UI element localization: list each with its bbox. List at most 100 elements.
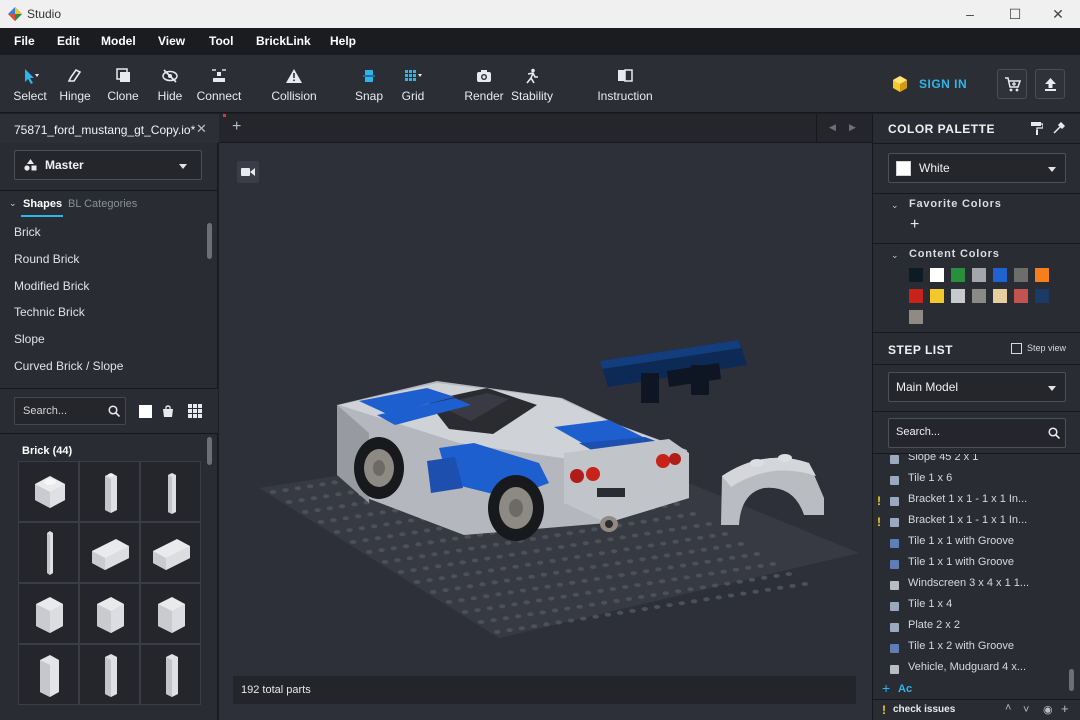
menu-tool[interactable]: Tool: [209, 34, 233, 48]
brick-thumb-1x1x6[interactable]: [140, 644, 201, 705]
maximize-button[interactable]: ☐: [995, 2, 1035, 26]
hinge-tool-button[interactable]: Hinge: [54, 55, 96, 113]
step-list-item[interactable]: Tile 1 x 2 with Groove: [908, 640, 1014, 652]
minimize-button[interactable]: –: [950, 2, 990, 26]
view-large-icon[interactable]: [139, 405, 152, 418]
step-list-item[interactable]: Tile 1 x 1 with Groove: [908, 535, 1014, 547]
select-tool-button[interactable]: Select: [8, 55, 52, 113]
add-favorite-color-icon[interactable]: +: [910, 216, 919, 234]
hide-tool-button[interactable]: Hide: [149, 55, 191, 113]
color-swatch[interactable]: [972, 289, 986, 303]
view-bag-icon[interactable]: [161, 404, 175, 418]
brick-thumb-1x2x2-alt[interactable]: [79, 583, 140, 644]
stability-tool-button[interactable]: Stability: [509, 55, 555, 113]
color-swatch[interactable]: [951, 268, 965, 282]
color-swatch[interactable]: [909, 289, 923, 303]
menu-help[interactable]: Help: [330, 34, 356, 48]
upload-button[interactable]: [1035, 69, 1065, 99]
color-select-dropdown[interactable]: White: [888, 153, 1066, 183]
step-search-input[interactable]: Search...: [888, 418, 1066, 448]
step-list-item[interactable]: Bracket 1 x 1 - 1 x 1 In...: [908, 514, 1027, 526]
color-swatch[interactable]: [930, 268, 944, 282]
check-issues-label[interactable]: check issues: [893, 704, 955, 715]
chevron-down-icon[interactable]: ˅: [1023, 704, 1029, 716]
tab-bl-categories[interactable]: BL Categories: [68, 198, 137, 210]
step-list-item[interactable]: Plate 2 x 2: [908, 619, 960, 631]
brick-thumb-1x1x5-b[interactable]: [79, 644, 140, 705]
document-tab[interactable]: 75871_ford_mustang_gt_Copy.io* ✕: [0, 114, 219, 143]
brick-thumb-1x2x2-b[interactable]: [140, 583, 201, 644]
brick-thumb-1x2x3[interactable]: [18, 644, 79, 705]
add-step-label[interactable]: Ac: [898, 683, 912, 695]
expand-chevron-icon[interactable]: ⌄: [891, 250, 899, 261]
brick-thumb-1x1x5[interactable]: [18, 522, 79, 583]
part-search-input[interactable]: Search...: [14, 397, 126, 425]
close-tab-icon[interactable]: ✕: [196, 121, 207, 137]
close-window-button[interactable]: ✕: [1038, 2, 1078, 26]
connect-tool-button[interactable]: Connect: [193, 55, 245, 113]
menu-bricklink[interactable]: BrickLink: [256, 34, 311, 48]
step-list-scrollbar[interactable]: [1069, 669, 1074, 691]
brick-grid-scrollbar[interactable]: [207, 437, 212, 465]
3d-viewport[interactable]: 192 total parts: [219, 143, 872, 720]
brick-thumb-1x2[interactable]: [79, 522, 140, 583]
view-grid-icon[interactable]: [188, 404, 202, 418]
add-icon[interactable]: +: [1061, 701, 1069, 716]
category-item[interactable]: Brick: [14, 225, 41, 239]
step-list-item[interactable]: Bracket 1 x 1 - 1 x 1 In...: [908, 493, 1027, 505]
clone-tool-button[interactable]: Clone: [102, 55, 144, 113]
category-item[interactable]: Slope: [14, 332, 45, 346]
snap-tool-button[interactable]: Snap: [349, 55, 389, 113]
menu-view[interactable]: View: [158, 34, 185, 48]
eyedropper-icon[interactable]: [1052, 122, 1065, 135]
color-swatch[interactable]: [909, 268, 923, 282]
menu-edit[interactable]: Edit: [57, 34, 80, 48]
grid-tool-button[interactable]: Grid: [394, 55, 432, 113]
add-tab-icon[interactable]: +: [232, 118, 241, 136]
color-swatch[interactable]: [993, 289, 1007, 303]
step-model-dropdown[interactable]: Main Model: [888, 372, 1066, 402]
color-swatch[interactable]: [930, 289, 944, 303]
brick-thumb-1x2x2[interactable]: [18, 583, 79, 644]
brick-thumb-1x1[interactable]: [18, 461, 79, 522]
hide-eye-icon[interactable]: ◉: [1043, 703, 1053, 716]
color-swatch[interactable]: [972, 268, 986, 282]
step-list-item[interactable]: Tile 1 x 1 with Groove: [908, 556, 1014, 568]
category-item[interactable]: Round Brick: [14, 252, 79, 266]
color-swatch[interactable]: [1035, 289, 1049, 303]
brick-thumb-1x2-alt[interactable]: [140, 522, 201, 583]
add-step-icon[interactable]: +: [882, 680, 890, 696]
color-swatch[interactable]: [1035, 268, 1049, 282]
brick-thumb-1x1x4[interactable]: [140, 461, 201, 522]
chevron-up-icon[interactable]: ˄: [1005, 702, 1011, 714]
category-item[interactable]: Modified Brick: [14, 279, 89, 293]
model-selector-dropdown[interactable]: Master: [14, 150, 202, 180]
step-list-item[interactable]: Slope 45 2 x 1: [908, 454, 978, 463]
brick-thumb-1x1x3[interactable]: [79, 461, 140, 522]
color-swatch[interactable]: [1014, 268, 1028, 282]
color-swatch[interactable]: [1014, 289, 1028, 303]
paint-roller-icon[interactable]: [1031, 122, 1043, 135]
color-swatch[interactable]: [951, 289, 965, 303]
render-tool-button[interactable]: Render: [463, 55, 505, 113]
menu-model[interactable]: Model: [101, 34, 136, 48]
category-item[interactable]: Curved Brick / Slope: [14, 359, 123, 373]
tab-shapes[interactable]: Shapes: [23, 198, 62, 210]
step-view-checkbox[interactable]: [1011, 343, 1022, 354]
step-list-item[interactable]: Vehicle, Mudguard 4 x...: [908, 661, 1026, 673]
color-swatch[interactable]: [909, 310, 923, 324]
collapse-chevron-icon[interactable]: ⌄: [9, 198, 17, 209]
tab-prev-icon[interactable]: ◀: [829, 122, 836, 133]
step-list-item[interactable]: Tile 1 x 6: [908, 472, 952, 484]
color-swatch[interactable]: [993, 268, 1007, 282]
step-list-item[interactable]: Windscreen 3 x 4 x 1 1...: [908, 577, 1029, 589]
instruction-tool-button[interactable]: Instruction: [594, 55, 656, 113]
category-item[interactable]: Technic Brick: [14, 305, 85, 319]
expand-chevron-icon[interactable]: ⌄: [891, 200, 899, 211]
step-list-item[interactable]: Tile 1 x 4: [908, 598, 952, 610]
menu-file[interactable]: File: [14, 34, 35, 48]
collision-tool-button[interactable]: Collision: [266, 55, 322, 113]
category-scrollbar[interactable]: [207, 223, 212, 259]
tab-next-icon[interactable]: ▶: [849, 122, 856, 133]
cart-button[interactable]: [997, 69, 1027, 99]
